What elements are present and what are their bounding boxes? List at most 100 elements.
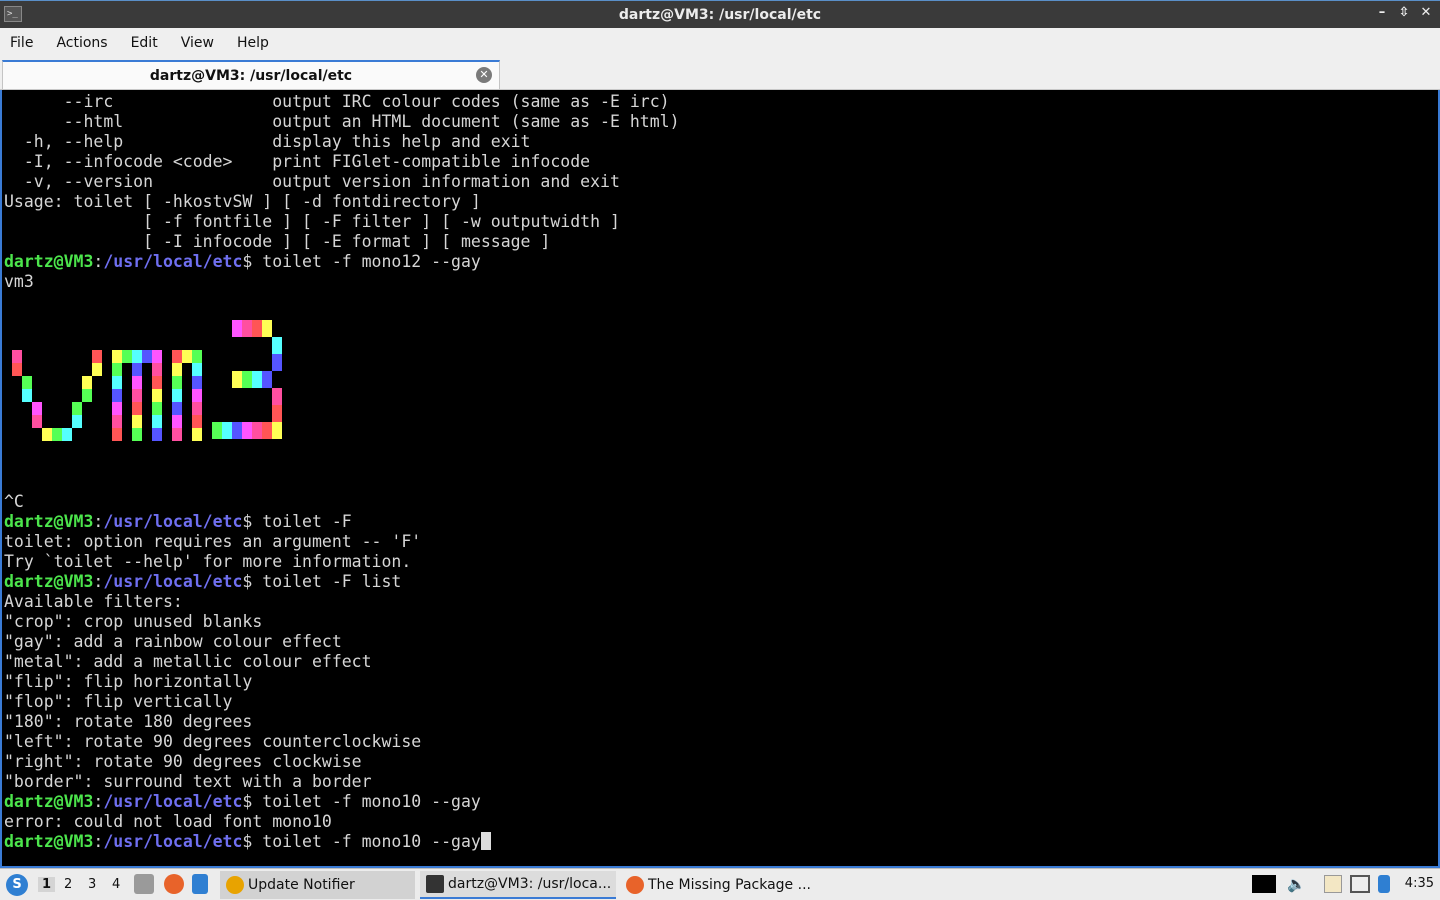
- banner-block: [192, 350, 202, 363]
- volume-icon[interactable]: 🔈: [1287, 875, 1306, 893]
- banner-block: [172, 428, 182, 441]
- banner-block: [52, 428, 62, 441]
- output-line: -v, --version output version information…: [4, 172, 620, 191]
- banner-block: [192, 376, 202, 389]
- minimize-icon[interactable]: –: [1376, 5, 1388, 20]
- terminal-output[interactable]: --irc output IRC colour codes (same as -…: [0, 90, 1440, 868]
- menu-view[interactable]: View: [181, 35, 214, 51]
- prompt-command: $ toilet -f mono10 --gay: [242, 792, 481, 811]
- terminal-tab[interactable]: dartz@VM3: /usr/local/etc ✕: [2, 60, 500, 89]
- banner-block: [172, 363, 182, 376]
- output-line: Usage: toilet [ -hkostvSW ] [ -d fontdir…: [4, 192, 481, 211]
- banner-block: [112, 350, 122, 363]
- banner-block: [192, 389, 202, 402]
- tab-close-icon[interactable]: ✕: [476, 67, 492, 83]
- prompt-command: $ toilet -F: [242, 512, 352, 531]
- banner-block: [262, 422, 272, 439]
- prompt-separator: :: [93, 512, 104, 531]
- firefox-icon[interactable]: [164, 874, 184, 894]
- task-update-notifier[interactable]: Update Notifier: [220, 871, 415, 899]
- menu-edit[interactable]: Edit: [131, 35, 158, 51]
- banner-block: [232, 371, 242, 388]
- banner-block: [172, 376, 182, 389]
- prompt-path: /usr/local/etc: [103, 252, 243, 271]
- banner-block: [172, 389, 182, 402]
- prompt-command: $ toilet -f mono12 --gay: [242, 252, 481, 271]
- banner-block: [152, 428, 162, 441]
- window-titlebar[interactable]: >_ dartz@VM3: /usr/local/etc – ⇳ ✕: [0, 0, 1440, 28]
- banner-block: [142, 350, 152, 363]
- prompt-line: dartz@VM3:/usr/local/etc$ toilet -F list: [4, 572, 1438, 592]
- output-line: "flip": flip horizontally: [4, 672, 253, 691]
- output-line: toilet: option requires an argument -- '…: [4, 532, 422, 551]
- terminal-cursor: [480, 832, 491, 850]
- menu-bar: File Actions Edit View Help: [0, 28, 1440, 57]
- desktop-3[interactable]: 3: [88, 877, 96, 892]
- output-line: "flop": flip vertically: [4, 692, 233, 711]
- terminal-lines: --irc output IRC colour codes (same as -…: [4, 92, 1438, 852]
- prompt-path: /usr/local/etc: [103, 832, 243, 851]
- tab-bar: dartz@VM3: /usr/local/etc ✕: [0, 57, 1440, 90]
- output-line: error: could not load font mono10: [4, 812, 332, 831]
- banner-block: [62, 428, 72, 441]
- output-line: [ -f fontfile ] [ -F filter ] [ -w outpu…: [4, 212, 620, 231]
- banner-block: [12, 350, 22, 363]
- output-line: [ -I infocode ] [ -E format ] [ message …: [4, 232, 551, 251]
- banner-block: [272, 388, 282, 405]
- banner-block: [92, 363, 102, 376]
- output-line: ^C: [4, 492, 24, 511]
- banner-block: [32, 402, 42, 415]
- tray-indicator-icon[interactable]: [1252, 875, 1276, 893]
- output-line: "right": rotate 90 degrees clockwise: [4, 752, 362, 771]
- desktop-4[interactable]: 4: [112, 877, 120, 892]
- banner-block: [272, 422, 282, 439]
- output-line: "180": rotate 180 degrees: [4, 712, 253, 731]
- menu-file[interactable]: File: [10, 35, 33, 51]
- start-menu-icon[interactable]: S: [6, 874, 28, 896]
- prompt-separator: :: [93, 792, 104, 811]
- update-notifier-icon: [226, 876, 244, 894]
- banner-block: [242, 320, 252, 337]
- close-icon[interactable]: ✕: [1420, 5, 1432, 20]
- banner-block: [272, 405, 282, 422]
- desktop-2[interactable]: 2: [64, 877, 72, 892]
- banner-block: [112, 363, 122, 376]
- prompt-command: $ toilet -f mono10 --gay: [242, 832, 481, 851]
- banner-block: [152, 363, 162, 376]
- banner-block: [22, 389, 32, 402]
- terminal-app-icon[interactable]: >_: [4, 6, 22, 22]
- banner-block: [182, 350, 192, 363]
- banner-block: [152, 376, 162, 389]
- banner-block: [132, 376, 142, 389]
- prompt-path: /usr/local/etc: [103, 512, 243, 531]
- network-icon[interactable]: [1350, 875, 1370, 893]
- taskbar: S 1 2 3 4 Update Notifier dartz@VM3: /us…: [0, 868, 1440, 900]
- task-terminal[interactable]: dartz@VM3: /usr/loca...: [420, 871, 616, 899]
- banner-block: [152, 389, 162, 402]
- banner-block: [252, 422, 262, 439]
- task-firefox[interactable]: The Missing Package ...: [620, 871, 816, 899]
- prompt-line: dartz@VM3:/usr/local/etc$ toilet -f mono…: [4, 792, 1438, 812]
- show-desktop-icon[interactable]: [192, 874, 208, 894]
- banner-block: [172, 415, 182, 428]
- banner-block: [82, 376, 92, 389]
- menu-help[interactable]: Help: [237, 35, 269, 51]
- banner-block: [72, 415, 82, 428]
- output-line: "metal": add a metallic colour effect: [4, 652, 372, 671]
- clipboard-icon[interactable]: [1324, 875, 1342, 893]
- prompt-separator: :: [93, 832, 104, 851]
- menu-actions[interactable]: Actions: [56, 35, 107, 51]
- banner-block: [152, 415, 162, 428]
- banner-block: [252, 320, 262, 337]
- maximize-icon[interactable]: ⇳: [1398, 5, 1410, 20]
- notification-icon[interactable]: [1378, 875, 1390, 893]
- banner-block: [122, 350, 132, 363]
- banner-block: [172, 350, 182, 363]
- output-line: -I, --infocode <code> print FIGlet-compa…: [4, 152, 591, 171]
- file-manager-icon[interactable]: [134, 874, 154, 894]
- banner-block: [192, 363, 202, 376]
- desktop-1[interactable]: 1: [38, 877, 56, 892]
